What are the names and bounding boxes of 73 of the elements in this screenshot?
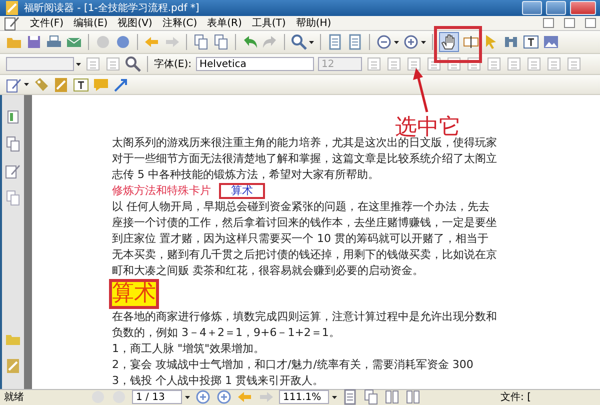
text-box-icon[interactable]	[73, 76, 89, 92]
text-line: 负数的，例如 3－4＋2＝1，9+6－1+2＝1。	[112, 325, 341, 341]
caret-icon[interactable]	[76, 62, 81, 66]
text-line: 太阁系列的游戏历来很注重主角的能力培养，尤其是这次出的日文版，使得玩家	[112, 136, 498, 151]
columns-icon[interactable]	[405, 389, 421, 405]
menu-item[interactable]: 编辑(E)	[74, 16, 108, 30]
zoom-field[interactable]: 111.1%	[279, 390, 329, 404]
file-label: 文件: [	[500, 390, 531, 404]
text-line: 志传 5 中各种技能的锻炼方法，希望对大家有所帮助。	[112, 167, 380, 183]
app-icon	[4, 15, 20, 31]
popup-label: 算术	[219, 183, 265, 199]
menu-item[interactable]: 文件(F)	[30, 16, 64, 30]
text-line: 1，商工人脉 "增筑"效果增加。	[112, 341, 266, 357]
annotation-arrow	[413, 68, 428, 112]
close-button[interactable]	[585, 18, 596, 28]
text-line: 町和大凑之间贩 卖茶和红花，很容易就会赚到必要的启动资金。	[112, 263, 424, 279]
font-label: 字体(E):	[154, 58, 192, 71]
pages-icon[interactable]	[5, 136, 21, 152]
text-line: 座接一个讨债的工作，然后拿着讨回来的钱作本，去坐庄赌博赚钱，一定是要坐	[112, 215, 498, 231]
pen-icon[interactable]	[6, 76, 22, 92]
pages-icon[interactable]	[213, 34, 229, 50]
print-icon[interactable]	[46, 34, 62, 50]
facing-icon[interactable]	[384, 389, 400, 405]
zoom-icon[interactable]	[291, 34, 307, 50]
pages-icon[interactable]	[193, 34, 209, 50]
text-line: 3，钱投 个人战中投掷 1 贯钱来引开敌人。	[112, 373, 324, 389]
app-icon	[4, 0, 20, 16]
undo-icon[interactable]	[242, 34, 258, 50]
caret-icon[interactable]	[332, 396, 337, 398]
continuous-icon[interactable]	[363, 389, 379, 405]
bookmark-icon[interactable]	[5, 109, 21, 125]
text-line: 在各地的商家进行修炼，填数完成四则运算，注意计算过程中是允许出现分数和	[112, 309, 498, 325]
arrow-icon[interactable]	[113, 76, 129, 92]
text-box-icon[interactable]	[523, 34, 539, 50]
caret-icon[interactable]	[309, 40, 314, 44]
maximize-button[interactable]	[546, 1, 566, 15]
text-line: 对于一些细节方面无法很清楚地了解和掌握，这篇文章是比较系统介绍了太阁立	[112, 151, 498, 167]
menu-item[interactable]: 注释(C)	[162, 16, 198, 30]
zoom-in-icon[interactable]	[403, 34, 419, 50]
text-line: 以 任何人物开局，早期总会碰到资金紧张的问题，在这里推荐一个办法，先去	[112, 199, 490, 215]
left-arrow-icon[interactable]	[144, 34, 160, 50]
page-field[interactable]: 1 / 13	[132, 390, 182, 404]
highlight-frame	[434, 26, 482, 63]
caret-icon[interactable]	[421, 40, 426, 44]
minimize-button[interactable]	[543, 18, 554, 28]
page-icon[interactable]	[347, 34, 363, 50]
text-line: 无本买卖，赌到有几千贯之后把讨债的钱还掉，用剩下的钱做买卖，比如说在京	[112, 247, 498, 263]
menu-item[interactable]: 帮助(H)	[296, 16, 332, 30]
select-text-icon[interactable]	[463, 34, 479, 50]
layers-icon[interactable]	[5, 190, 21, 206]
highlighted-heading: 算术	[109, 279, 159, 309]
redo-icon[interactable]	[262, 34, 278, 50]
window-title: 福昕阅读器 - [1-全技能学习流程.pdf *]	[24, 2, 200, 15]
font-combo[interactable]: Helvetica	[196, 57, 314, 71]
search-icon[interactable]	[125, 56, 141, 72]
text-line: 2，宴会 攻城战中士气增加，和口才/魅力/统率有关，需要消耗军资金 300	[112, 357, 474, 373]
save-icon[interactable]	[26, 34, 42, 50]
restore-button[interactable]	[564, 18, 575, 28]
format-icon[interactable]	[406, 56, 422, 72]
section-title: 修炼方法和特殊卡片	[112, 183, 211, 199]
status-text: 就绪	[4, 390, 24, 404]
page-icon[interactable]	[327, 34, 343, 50]
menu-item[interactable]: 视图(V)	[118, 16, 152, 30]
menu-item[interactable]: 表单(R)	[207, 16, 242, 30]
caret-icon[interactable]	[394, 40, 399, 44]
caret-icon[interactable]	[185, 396, 190, 398]
image-icon[interactable]	[543, 34, 559, 50]
pen-icon[interactable]	[5, 163, 21, 179]
text-line: 到庄家位 置才赌，因为这样只需要买一个 10 贯的筹码就可以开赌了，相当于	[112, 231, 490, 247]
zoom-out-icon[interactable]	[376, 34, 392, 50]
menu-item[interactable]: 工具(T)	[252, 16, 286, 30]
single-page-icon[interactable]	[342, 389, 358, 405]
caret-icon[interactable]	[24, 83, 29, 86]
